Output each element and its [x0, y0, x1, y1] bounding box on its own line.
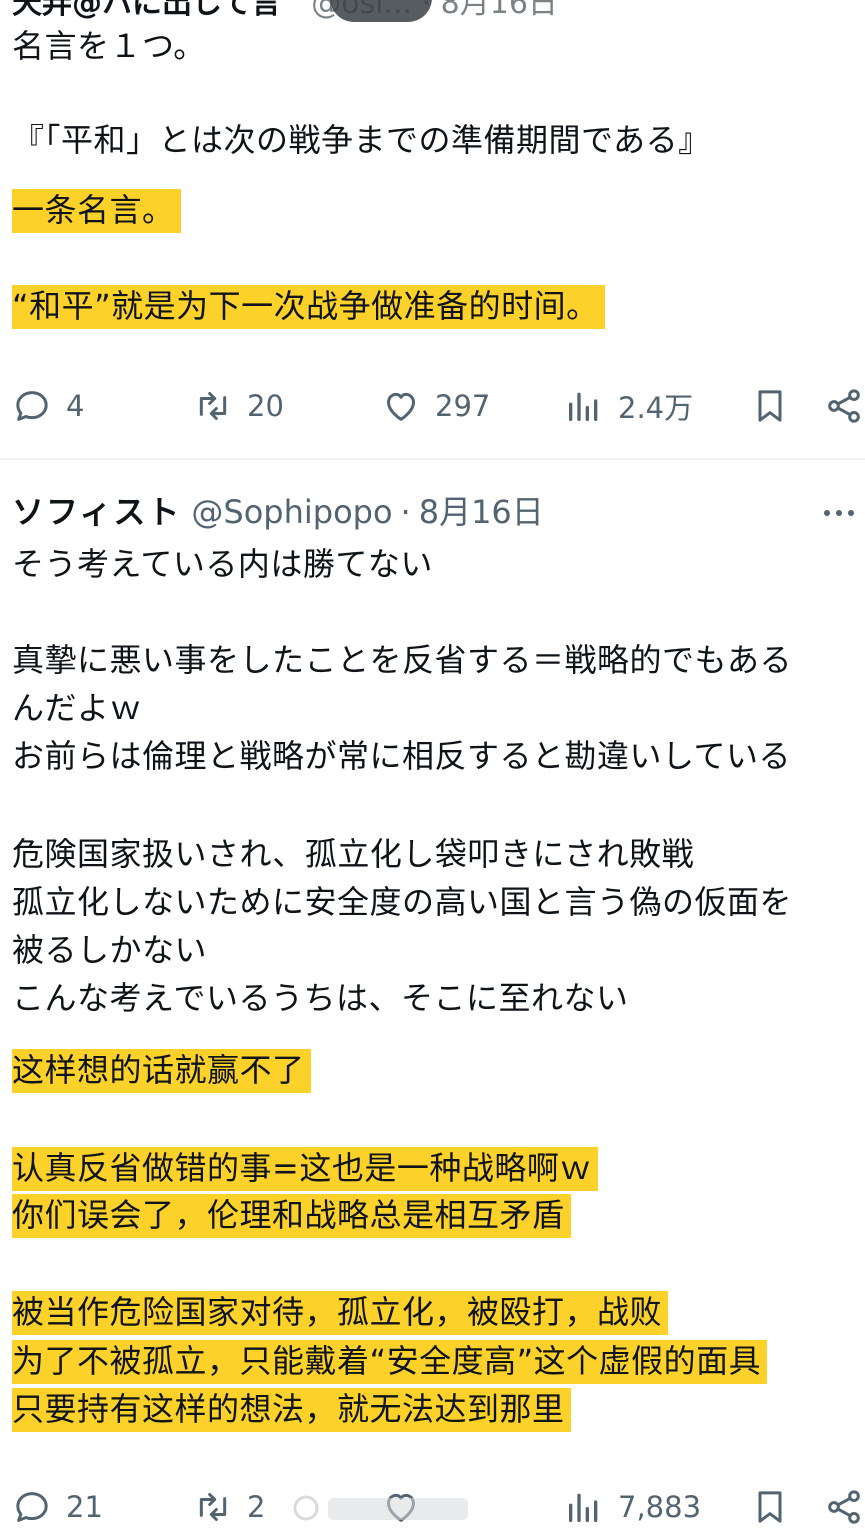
views-chart-icon	[569, 392, 598, 421]
meta-separator: ·	[400, 493, 411, 531]
translation-line: 只要持有这样的想法，就无法达到那里	[12, 1388, 571, 1432]
bookmark-button[interactable]	[750, 1482, 790, 1532]
tweet-text-line: 孤立化しないために安全度の高い国と言う偽の仮面を	[12, 883, 793, 921]
share-button[interactable]	[824, 381, 864, 431]
reply-button[interactable]: 4	[12, 381, 84, 431]
tweet-header-cut: 天弄@ハに出して言 @osi... · 8月16日	[12, 0, 558, 21]
tweet-text-line: 被るしかない	[12, 931, 208, 969]
reply-count: 4	[66, 389, 85, 423]
heart-icon	[387, 392, 415, 421]
translation-line: “和平”就是为下一次战争做准备的时间。	[12, 285, 605, 329]
tweet-actions: 4 20 297 2.4万	[0, 381, 865, 431]
repost-count: 20	[247, 389, 284, 423]
tweet-header: ソフィスト @Sophipopo · 8月16日	[12, 490, 544, 534]
view-count: 7,883	[618, 1490, 702, 1524]
more-icon[interactable]	[819, 498, 859, 528]
translation-line: 认真反省做错的事=这也是一种战略啊ｗ	[12, 1147, 598, 1191]
translation-line: 一条名言。	[12, 189, 181, 233]
repost-icon	[199, 1493, 227, 1521]
tweet-text-line: こんな考えでいるうちは、そこに至れない	[12, 979, 629, 1017]
tweet-divider	[0, 458, 865, 460]
bookmark-icon	[758, 1491, 782, 1523]
share-button[interactable]	[824, 1482, 864, 1532]
translation-line: 这样想的话就赢不了	[12, 1049, 311, 1093]
reply-icon	[16, 1492, 48, 1522]
translation-line: 被当作危险国家对待，孤立化，被殴打，战败	[12, 1291, 669, 1335]
repost-icon	[199, 392, 227, 420]
translation-line: 你们误会了，伦理和战略总是相互矛盾	[12, 1194, 571, 1238]
reply-icon	[16, 391, 48, 421]
views-chart-icon	[569, 1493, 598, 1522]
author-handle[interactable]: @Sophipopo	[191, 493, 392, 531]
translation-line: 为了不被孤立，只能戴着“安全度高”这个虚假的面具	[12, 1340, 768, 1384]
tweet-text-line: お前らは倫理と戦略が常に相反すると勘違いしている	[12, 737, 792, 775]
tweet-text-line: 名言を１つ。	[12, 27, 206, 65]
repost-button[interactable]: 20	[193, 381, 284, 431]
share-icon	[828, 1490, 860, 1524]
tweet-text-line: んだよｗ	[12, 689, 143, 727]
overlay-pill	[330, 0, 432, 22]
repost-count: 2	[247, 1490, 266, 1524]
tweet-card-top[interactable]: 天弄@ハに出して言 @osi... · 8月16日 名言を１つ。 『「平和」とは次…	[0, 0, 865, 458]
tweet-text-line: 『「平和」とは次の戦争までの準備期間である』	[12, 121, 711, 159]
reply-button[interactable]: 21	[12, 1482, 103, 1532]
like-count: 297	[435, 389, 491, 423]
bookmark-button[interactable]	[750, 381, 790, 431]
bookmark-icon	[758, 390, 782, 422]
tweet-card[interactable]: ソフィスト @Sophipopo · 8月16日 そう考えている内は勝てない 真摯に悪…	[0, 462, 865, 1536]
share-icon	[828, 389, 860, 423]
tweet-text-line: そう考えている内は勝てない	[12, 545, 433, 583]
tweet-text-line: 危険国家扱いされ、孤立化し袋叩きにされ敗戦	[12, 835, 695, 873]
like-button[interactable]: 297	[381, 381, 490, 431]
views-button[interactable]: 2.4万	[564, 381, 693, 431]
reply-count: 21	[66, 1490, 103, 1524]
repost-button[interactable]: 2	[193, 1482, 265, 1532]
tweet-date[interactable]: 8月16日	[419, 493, 544, 531]
views-button[interactable]: 7,883	[564, 1482, 701, 1532]
watermark-graphic	[293, 1495, 468, 1521]
view-count: 2.4万	[618, 391, 694, 425]
author-name[interactable]: ソフィスト	[12, 493, 181, 531]
author-name-cut[interactable]: 天弄@ハに出して言	[12, 0, 281, 21]
tweet-text-line: 真摯に悪い事をしたことを反省する＝戦略的でもある	[12, 641, 793, 679]
